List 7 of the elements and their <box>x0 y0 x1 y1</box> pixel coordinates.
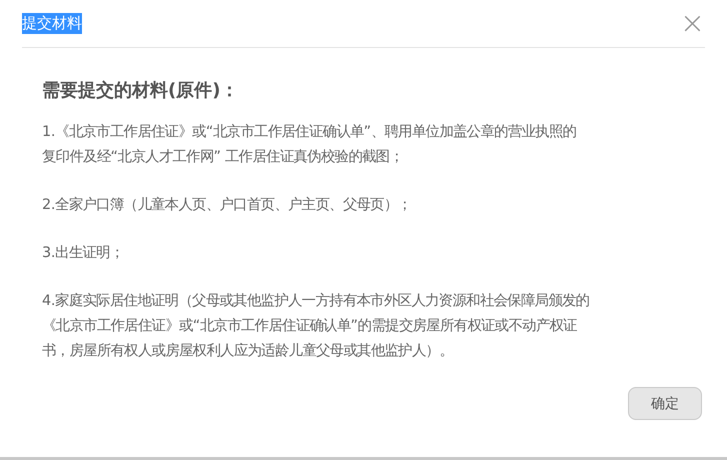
requirement-text: 1.《北京市工作居住证》或“北京市工作居住证确认单”、聘用单位加盖公章的营业执照的 复印件及经“北京人才工作网” 工作居住证真伪校验的截图； <box>42 122 578 167</box>
requirement-text: 3.出生证明； <box>42 244 125 263</box>
dialog-title: 提交材料 <box>22 13 82 34</box>
requirement-text: 4.家庭实际居住地证明（父母或其他监护人一方持有本市外区人力资源和社会保障局颁发的 《北京市工作居住证》或“北京市工作居住证确认单”的需提交房屋所有权证或不动产权证 书，房屋所有权人或房屋权利人应为适龄儿童父母或其他监护人）。 <box>42 292 590 361</box>
section-heading: 需要提交的材料(原件)： <box>42 79 240 102</box>
confirm-button[interactable]: 确定 <box>628 387 702 420</box>
requirement-text: 2.全家户口簿（儿童本人页、户口首页、户主页、父母页）； <box>42 196 412 215</box>
